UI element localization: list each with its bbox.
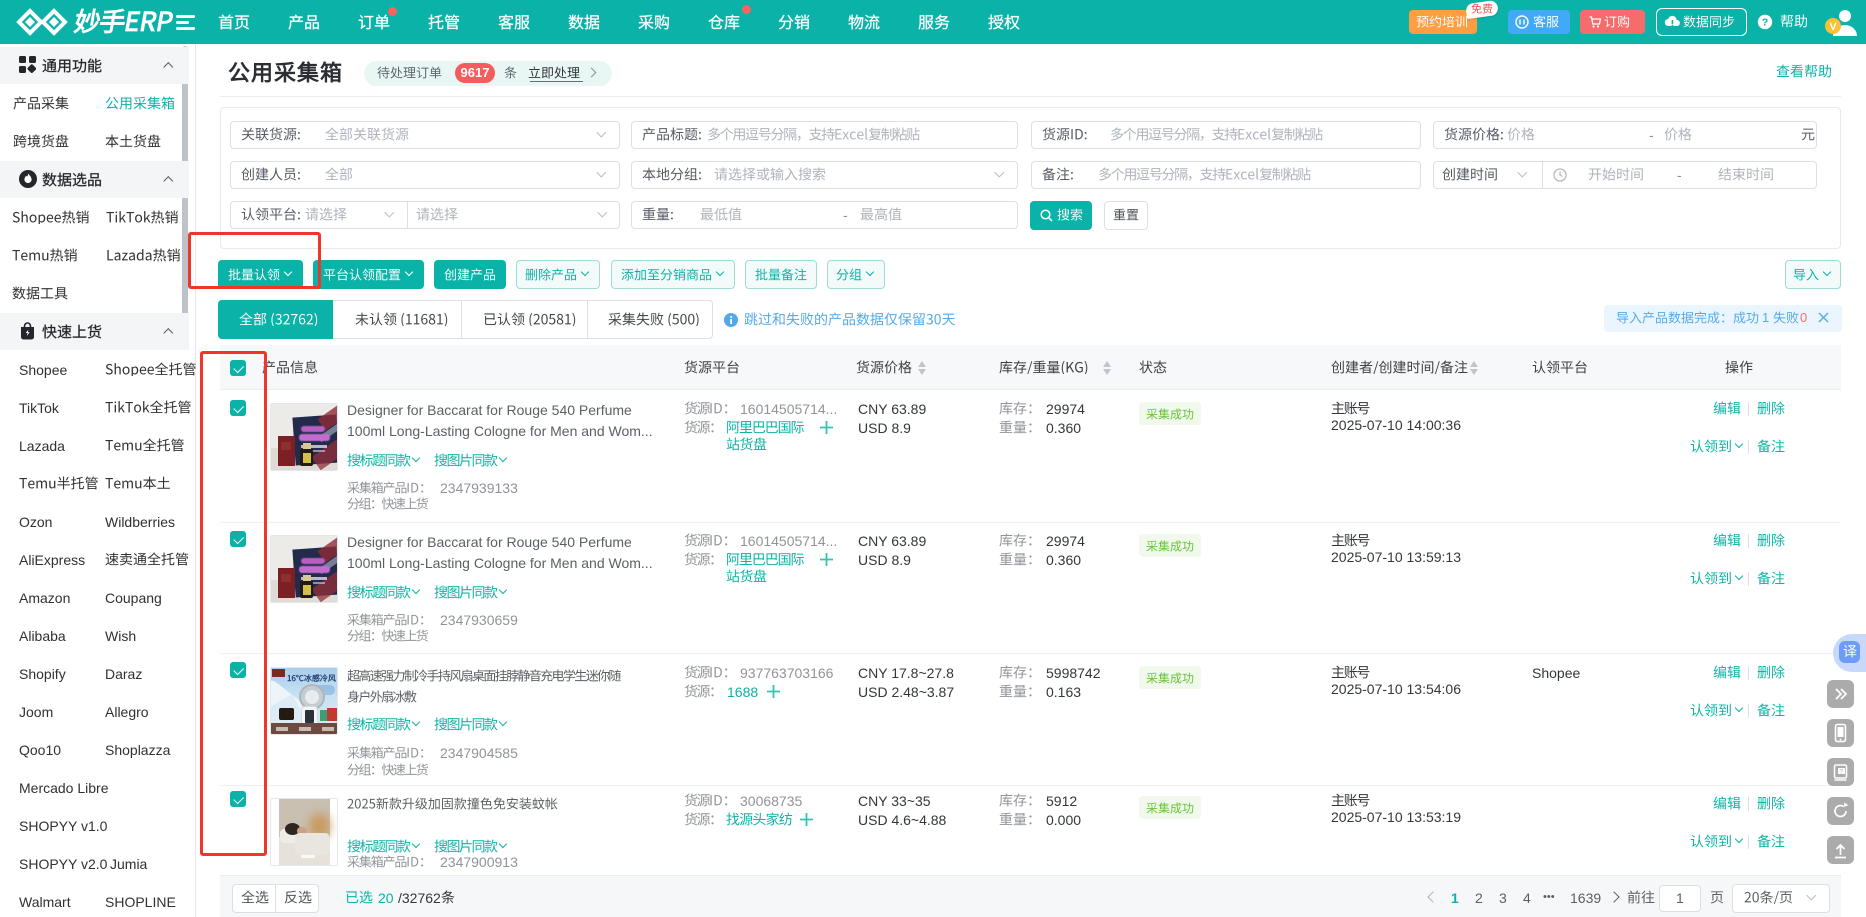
svg-text:?: ? — [1762, 17, 1768, 29]
svg-text:V: V — [1829, 21, 1837, 33]
